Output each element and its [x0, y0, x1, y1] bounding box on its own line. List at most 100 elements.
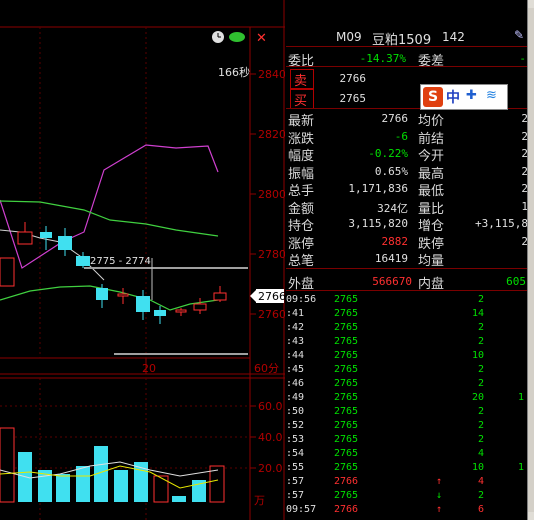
tick-volume: 2	[477, 434, 484, 445]
stat-label: 金额	[288, 201, 315, 217]
kline-chart-svg[interactable]: 2840 2820 2800 2780 2760 166秒 2775 - 277…	[0, 0, 285, 520]
tick-time: 09:57	[286, 504, 317, 515]
ma-line-purple	[0, 144, 219, 269]
candle-body	[213, 292, 227, 301]
volume-ma-yellow	[0, 465, 219, 489]
tick-volume: 2	[477, 406, 484, 417]
kline-chart-area[interactable]: 2840 2820 2800 2780 2760 166秒 2775 - 277…	[0, 0, 285, 520]
tick-volume: 2	[477, 322, 484, 333]
tick-price: 2765	[334, 308, 359, 319]
buy-price[interactable]: 2765	[326, 92, 367, 105]
range-label: 2775 - 2774	[90, 256, 151, 267]
stat-value: 2	[521, 129, 528, 143]
outer-label: 外盘	[288, 277, 315, 292]
candle-body	[175, 309, 187, 313]
tick-volume: 20	[471, 392, 484, 403]
scroll-up-button[interactable]	[528, 0, 534, 8]
period-label: 60分	[254, 362, 279, 375]
tick-time: :54	[286, 448, 305, 459]
stat-value: +3,115,8	[475, 217, 528, 230]
tick-volume: 2	[477, 336, 484, 347]
stat-label: 最新	[288, 114, 315, 129]
tick-volume: 4	[477, 476, 484, 487]
candle-body	[76, 256, 90, 266]
tick-price: 2765	[334, 392, 359, 403]
scroll-down-button[interactable]	[528, 512, 534, 520]
tick-price: 2765	[334, 434, 359, 445]
contract-number: 142	[442, 30, 465, 44]
s-logo-icon[interactable]: S	[423, 87, 443, 107]
tick-price: 2766	[334, 476, 359, 487]
tick-row: 09:57 2766 ↑ 6	[286, 504, 530, 518]
tick-time: :57	[286, 490, 305, 501]
tick-price: 2765	[334, 336, 359, 347]
stat-value: -6	[394, 129, 408, 143]
buy-label: 买	[294, 94, 308, 109]
order-diff-value: -	[519, 52, 526, 65]
leaf-icon[interactable]	[229, 32, 245, 42]
volume-tick-40: 40.0	[258, 431, 283, 444]
volume-bar	[114, 470, 128, 502]
stat-label: 幅度	[288, 149, 315, 164]
contract-code: M09	[336, 30, 362, 44]
candle-body	[96, 288, 108, 300]
current-price-tag-pointer	[250, 290, 256, 302]
tick-extra: 1	[518, 462, 525, 473]
order-ratio-value: -14.37%	[359, 52, 406, 65]
inner-value: 605	[506, 275, 526, 288]
price-tick-2820: 2820	[258, 128, 285, 141]
stat-label: 增仓	[418, 219, 445, 234]
stat-label: 总笔	[288, 254, 315, 269]
candle-body	[136, 296, 150, 312]
volume-bar	[0, 427, 15, 503]
tick-volume: 6	[477, 504, 484, 515]
volume-ma-group	[0, 461, 219, 489]
rss-icon[interactable]: ≋	[486, 88, 497, 103]
vertical-scrollbar[interactable]	[527, 0, 534, 520]
tick-volume: 2	[477, 294, 484, 305]
tick-price: 2765	[334, 294, 359, 305]
stat-value: 0.65%	[374, 164, 408, 178]
tick-price: 2765	[334, 420, 359, 431]
sell-price[interactable]: 2766	[326, 72, 367, 85]
ma-line-green	[0, 200, 219, 237]
volume-bar-group	[0, 427, 225, 503]
tick-time: :50	[286, 406, 305, 417]
tick-row: :46 2765 2	[286, 378, 530, 392]
tick-arrow: ↑	[436, 476, 443, 487]
outer-value: 566670	[372, 275, 412, 288]
candle-body	[117, 293, 129, 297]
stat-label: 今开	[418, 149, 445, 164]
price-tick-2800: 2800	[258, 188, 285, 201]
pen-icon[interactable]: ✎	[514, 28, 524, 42]
tick-arrow: ↑	[436, 504, 443, 515]
stat-value: 1	[521, 199, 528, 213]
tick-row: :57 2765 ↓ 2	[286, 490, 530, 504]
inner-label: 内盘	[418, 277, 445, 292]
stat-value: 2	[521, 234, 528, 248]
tick-row: :42 2765 2	[286, 322, 530, 336]
tick-row: :43 2765 2	[286, 336, 530, 350]
tick-time: :57	[286, 476, 305, 487]
stat-value: 1,171,836	[348, 182, 408, 195]
tick-row: :44 2765 10	[286, 350, 530, 364]
stat-value: 3,115,820	[348, 217, 408, 230]
tick-time: :45	[286, 364, 305, 375]
stat-label: 涨停	[288, 236, 315, 252]
tick-time: :42	[286, 322, 305, 333]
stat-label: 量比	[418, 201, 445, 217]
tick-extra: 1	[518, 392, 525, 403]
price-tick-2840: 2840	[258, 68, 285, 81]
wrench-icon[interactable]: ✚	[466, 88, 477, 103]
tick-time: :41	[286, 308, 305, 319]
tick-price: 2765	[334, 406, 359, 417]
stat-label: 均量	[418, 254, 445, 269]
input-toolbar[interactable]: S 中 ✚ ≋	[420, 84, 508, 110]
tick-row: :53 2765 2	[286, 434, 530, 448]
close-chart-icon[interactable]: ✕	[256, 31, 267, 46]
tick-row: :57 2766 ↑ 4	[286, 476, 530, 490]
candle-body	[58, 236, 72, 250]
tick-row: :49 2765 20 1	[286, 392, 530, 406]
chinese-mode-button[interactable]: 中	[446, 87, 460, 107]
volume-bar	[172, 496, 186, 502]
